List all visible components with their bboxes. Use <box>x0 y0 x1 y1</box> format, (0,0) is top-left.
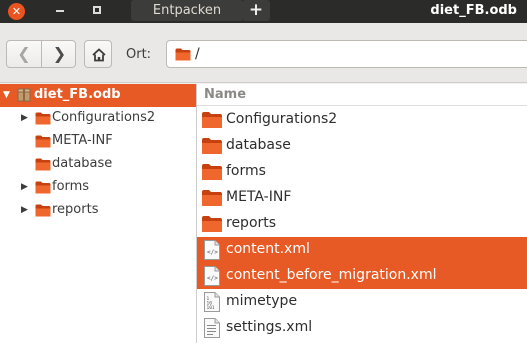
list-item[interactable]: 1 10 101 mimetype <box>197 289 527 315</box>
navigation-group: ❮ ❯ <box>6 40 76 68</box>
expand-arrow-icon[interactable]: ▶ <box>21 176 31 199</box>
back-button[interactable]: ❮ <box>7 41 42 67</box>
folder-icon <box>35 181 51 194</box>
list-item[interactable]: reports <box>197 211 527 237</box>
folder-icon <box>35 112 51 125</box>
window-title: diet_FB.odb <box>430 3 517 18</box>
xml-file-icon: </> <box>203 265 221 287</box>
archive-icon <box>17 88 31 102</box>
list-item[interactable]: database <box>197 133 527 159</box>
expand-arrow-icon[interactable]: ▶ <box>21 199 31 222</box>
home-icon <box>92 48 106 62</box>
svg-text:101: 101 <box>207 305 215 311</box>
tree-item-label: database <box>52 156 113 171</box>
folder-icon <box>201 111 223 129</box>
tree-item-label: Configurations2 <box>52 110 156 125</box>
file-name: reports <box>226 215 277 231</box>
column-header-name[interactable]: Name <box>197 84 527 106</box>
location-label: Ort: <box>126 47 152 62</box>
folder-icon <box>35 158 51 171</box>
path-text: / <box>195 46 200 62</box>
list-item[interactable]: </> content.xml <box>197 237 527 263</box>
svg-text:</>: </> <box>207 275 218 282</box>
tree-item-meta-inf[interactable]: META-INF <box>0 130 196 153</box>
maximize-window-button[interactable] <box>93 6 101 14</box>
file-name: content.xml <box>226 241 310 257</box>
file-name: content_before_migration.xml <box>226 267 437 283</box>
title-bar: ✕ Entpacken + diet_FB.odb <box>0 0 527 23</box>
file-list: Name Configurations2 database forms META… <box>197 84 527 343</box>
text-file-icon <box>203 317 221 339</box>
tree-item-label: forms <box>52 179 90 194</box>
tab-entpacken[interactable]: Entpacken <box>131 0 243 21</box>
file-name: database <box>226 137 291 153</box>
column-header-label: Name <box>204 87 247 102</box>
file-name: Configurations2 <box>226 111 338 127</box>
minimize-window-button[interactable] <box>56 10 64 12</box>
tree-item-label: reports <box>52 202 99 217</box>
list-item[interactable]: META-INF <box>197 185 527 211</box>
list-item[interactable]: </> content_before_migration.xml <box>197 263 527 289</box>
expand-arrow-icon[interactable]: ▶ <box>21 107 31 130</box>
home-button[interactable] <box>84 40 112 68</box>
tree-item-reports[interactable]: ▶ reports <box>0 199 196 222</box>
svg-text:</>: </> <box>207 249 218 256</box>
collapse-arrow-icon[interactable]: ▼ <box>3 84 13 107</box>
tree-root-label: diet_FB.odb <box>34 87 121 102</box>
forward-button[interactable]: ❯ <box>42 41 77 67</box>
close-window-button[interactable]: ✕ <box>8 3 25 20</box>
xml-file-icon: </> <box>203 239 221 261</box>
list-item[interactable]: forms <box>197 159 527 185</box>
list-item[interactable]: settings.xml <box>197 315 527 341</box>
tree-item-label: META-INF <box>52 133 113 148</box>
tree-item-database[interactable]: database <box>0 153 196 176</box>
folder-icon <box>201 137 223 155</box>
list-item[interactable]: Configurations2 <box>197 107 527 133</box>
folder-icon <box>201 163 223 181</box>
file-name: mimetype <box>226 293 298 309</box>
file-name: META-INF <box>226 189 292 205</box>
new-tab-button[interactable]: + <box>242 0 270 21</box>
folder-icon <box>201 189 223 207</box>
binary-file-icon: 1 10 101 <box>203 291 221 313</box>
toolbar: ❮ ❯ Ort: / <box>0 23 527 83</box>
file-name: settings.xml <box>226 319 313 335</box>
folder-icon <box>35 204 51 217</box>
folder-icon <box>175 48 191 61</box>
location-field[interactable]: / <box>166 40 527 68</box>
tree-root-diet-fb-odb[interactable]: ▼ diet_FB.odb <box>0 84 196 107</box>
file-name: forms <box>226 163 266 179</box>
tree-item-forms[interactable]: ▶ forms <box>0 176 196 199</box>
folder-icon <box>35 135 51 148</box>
tree-item-configurations2[interactable]: ▶ Configurations2 <box>0 107 196 130</box>
folder-icon <box>201 215 223 233</box>
folder-tree: ▼ diet_FB.odb ▶ Configurations2 META-INF… <box>0 84 197 343</box>
